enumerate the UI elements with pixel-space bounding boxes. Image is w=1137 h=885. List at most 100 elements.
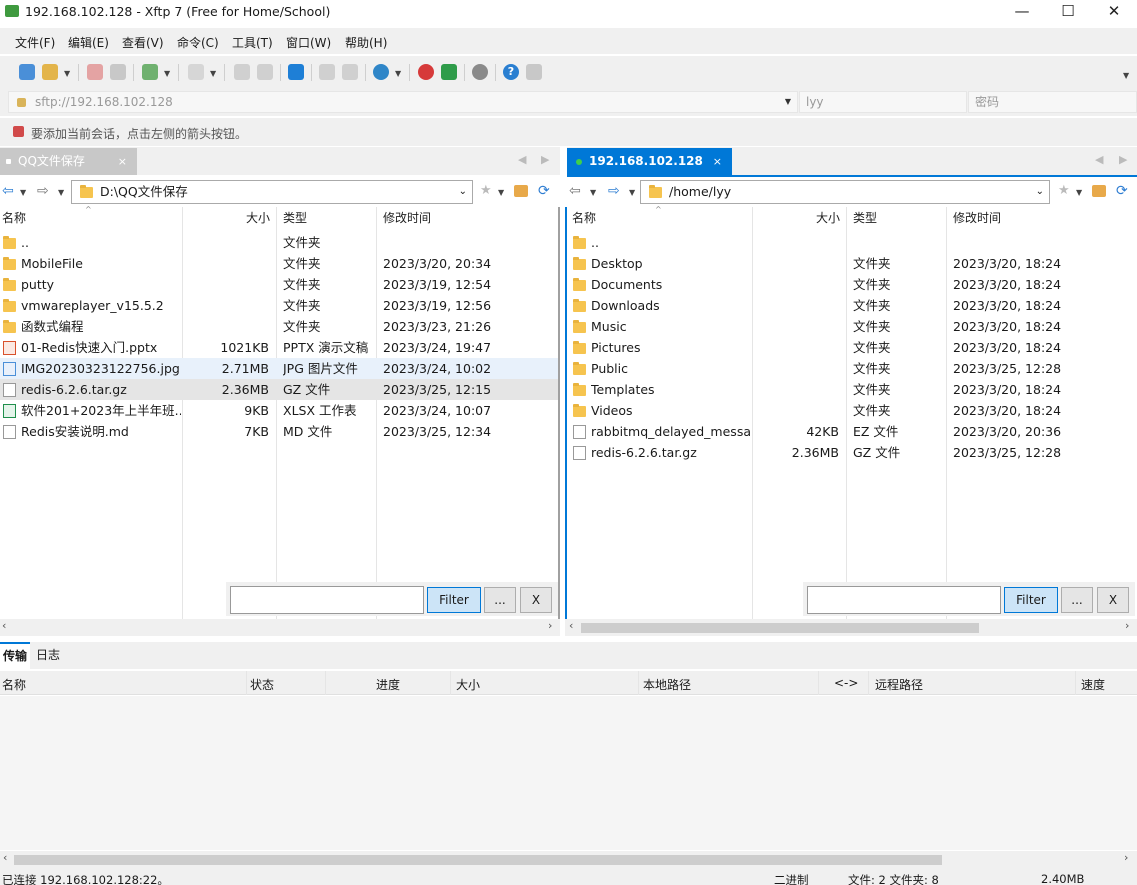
- local-path-input[interactable]: D:\QQ文件保存 ⌄: [71, 180, 473, 204]
- reconnect-icon[interactable]: [110, 64, 126, 80]
- path-dropdown-icon[interactable]: ⌄: [1036, 181, 1044, 203]
- column-type-header[interactable]: 类型: [853, 207, 877, 229]
- file-row[interactable]: 软件201+2023年上半年班... 9KB XLSX 工作表 2023/3/24, …: [0, 400, 558, 421]
- column-size-header[interactable]: 大小: [182, 207, 270, 229]
- scroll-left-icon[interactable]: ‹: [569, 619, 573, 632]
- menu-window[interactable]: 窗口(W): [286, 34, 331, 51]
- chat-icon[interactable]: [526, 64, 542, 80]
- xftp-icon[interactable]: [441, 64, 457, 80]
- new-session-icon[interactable]: [19, 64, 35, 80]
- open-folder-icon[interactable]: [42, 64, 58, 80]
- refresh-icon[interactable]: ⟳: [1116, 183, 1128, 199]
- help-icon[interactable]: ?: [503, 64, 519, 80]
- home-icon[interactable]: [514, 185, 528, 197]
- file-row[interactable]: Redis安装说明.md 7KB MD 文件 2023/3/25, 12:34: [0, 421, 558, 442]
- file-row[interactable]: Desktop 文件夹 2023/3/20, 18:24: [567, 253, 1135, 274]
- dropdown-arrow-icon[interactable]: ▼: [210, 69, 216, 78]
- file-row[interactable]: Videos 文件夹 2023/3/20, 18:24: [567, 400, 1135, 421]
- tab-scroll-left-icon[interactable]: ◀: [518, 153, 526, 166]
- file-row[interactable]: MobileFile 文件夹 2023/3/20, 20:34: [0, 253, 558, 274]
- forward-arrow-icon[interactable]: ⇨: [37, 183, 49, 199]
- file-row[interactable]: .. 文件夹: [0, 232, 558, 253]
- disconnect-icon[interactable]: [87, 64, 103, 80]
- local-filter-clear-button[interactable]: X: [520, 587, 552, 613]
- maximize-button[interactable]: ☐: [1045, 0, 1091, 24]
- file-row[interactable]: redis-6.2.6.tar.gz 2.36MB GZ 文件 2023/3/25, …: [0, 379, 558, 400]
- toolbar-overflow-icon[interactable]: ▼: [1123, 71, 1129, 80]
- address-input[interactable]: sftp://192.168.102.128 ▼: [8, 91, 798, 113]
- menu-command[interactable]: 命令(C): [177, 34, 219, 51]
- tab-scroll-right-icon[interactable]: ▶: [541, 153, 549, 166]
- dropdown-arrow-icon[interactable]: ▼: [164, 69, 170, 78]
- scroll-left-icon[interactable]: ‹: [2, 619, 6, 632]
- transfer-col-status[interactable]: 状态: [250, 676, 274, 693]
- transfer-col-size[interactable]: 大小: [456, 676, 480, 693]
- scroll-thumb[interactable]: [14, 855, 942, 865]
- dropdown-arrow-icon[interactable]: ▼: [1076, 188, 1082, 197]
- close-tab-icon[interactable]: ×: [118, 148, 127, 175]
- local-horizontal-scrollbar[interactable]: ‹ ›: [0, 619, 560, 636]
- file-row[interactable]: 01-Redis快速入门.pptx 1021KB PPTX 演示文稿 2023/3/2…: [0, 337, 558, 358]
- back-arrow-icon[interactable]: ⇦: [569, 183, 581, 199]
- transfer-col-direction[interactable]: <->: [834, 676, 858, 690]
- layout-icon[interactable]: [188, 64, 204, 80]
- file-row[interactable]: Music 文件夹 2023/3/20, 18:24: [567, 316, 1135, 337]
- remote-filter-more-button[interactable]: ...: [1061, 587, 1093, 613]
- local-filter-button[interactable]: Filter: [427, 587, 481, 613]
- transfer-list[interactable]: [0, 696, 1137, 850]
- star-icon[interactable]: ★: [480, 183, 492, 198]
- dropdown-arrow-icon[interactable]: ▼: [498, 188, 504, 197]
- transfer-col-progress[interactable]: 进度: [376, 676, 400, 693]
- file-row[interactable]: Pictures 文件夹 2023/3/20, 18:24: [567, 337, 1135, 358]
- sync-icon[interactable]: [288, 64, 304, 80]
- file-row[interactable]: Downloads 文件夹 2023/3/20, 18:24: [567, 295, 1135, 316]
- dropdown-arrow-icon[interactable]: ▼: [629, 188, 635, 197]
- dropdown-arrow-icon[interactable]: ▼: [590, 188, 596, 197]
- file-row[interactable]: Documents 文件夹 2023/3/20, 18:24: [567, 274, 1135, 295]
- file-row[interactable]: IMG20230323122756.jpg 2.71MB JPG 图片文件 2023/…: [0, 358, 558, 379]
- tab-remote[interactable]: 192.168.102.128 ×: [567, 148, 732, 175]
- menu-view[interactable]: 查看(V): [122, 34, 164, 51]
- column-type-header[interactable]: 类型: [283, 207, 307, 229]
- tab-transfer[interactable]: 传输: [0, 642, 30, 669]
- file-row[interactable]: Templates 文件夹 2023/3/20, 18:24: [567, 379, 1135, 400]
- transfer-col-name[interactable]: 名称: [2, 676, 26, 693]
- back-arrow-icon[interactable]: ⇦: [2, 183, 14, 199]
- scroll-thumb[interactable]: [581, 623, 979, 633]
- file-row[interactable]: Public 文件夹 2023/3/25, 12:28: [567, 358, 1135, 379]
- bookmark-icon[interactable]: [13, 126, 24, 137]
- tab-scroll-right-icon[interactable]: ▶: [1119, 153, 1127, 166]
- column-modified-header[interactable]: 修改时间: [953, 207, 1001, 229]
- copy-icon[interactable]: [234, 64, 250, 80]
- dropdown-arrow-icon[interactable]: ▼: [395, 69, 401, 78]
- scroll-right-icon[interactable]: ›: [1125, 619, 1129, 632]
- password-input[interactable]: 密码: [968, 91, 1137, 113]
- path-dropdown-icon[interactable]: ⌄: [459, 181, 467, 203]
- transfer-icon[interactable]: [319, 64, 335, 80]
- remote-filter-button[interactable]: Filter: [1004, 587, 1058, 613]
- star-icon[interactable]: ★: [1058, 183, 1070, 198]
- close-button[interactable]: ✕: [1091, 0, 1137, 24]
- menu-help[interactable]: 帮助(H): [345, 34, 387, 51]
- queue-icon[interactable]: [342, 64, 358, 80]
- dropdown-arrow-icon[interactable]: ▼: [64, 69, 70, 78]
- close-tab-icon[interactable]: ×: [713, 148, 722, 175]
- transfer-col-local-path[interactable]: 本地路径: [643, 676, 691, 693]
- refresh-icon[interactable]: ⟳: [538, 183, 550, 199]
- tab-scroll-left-icon[interactable]: ◀: [1095, 153, 1103, 166]
- username-input[interactable]: lyy: [799, 91, 967, 113]
- column-name-header[interactable]: 名称: [2, 207, 26, 229]
- dropdown-arrow-icon[interactable]: ▼: [20, 188, 26, 197]
- xshell-icon[interactable]: [418, 64, 434, 80]
- column-size-header[interactable]: 大小: [752, 207, 840, 229]
- transfer-horizontal-scrollbar[interactable]: ‹ ›: [0, 851, 1137, 868]
- file-row[interactable]: putty 文件夹 2023/3/19, 12:54: [0, 274, 558, 295]
- remote-filter-clear-button[interactable]: X: [1097, 587, 1129, 613]
- file-row[interactable]: redis-6.2.6.tar.gz 2.36MB GZ 文件 2023/3/25, …: [567, 442, 1135, 463]
- menu-tools[interactable]: 工具(T): [232, 34, 273, 51]
- transfer-col-remote-path[interactable]: 远程路径: [875, 676, 923, 693]
- tab-log[interactable]: 日志: [36, 642, 60, 669]
- column-name-header[interactable]: 名称: [572, 207, 596, 229]
- transfer-col-speed[interactable]: 速度: [1081, 676, 1105, 693]
- minimize-button[interactable]: —: [999, 0, 1045, 24]
